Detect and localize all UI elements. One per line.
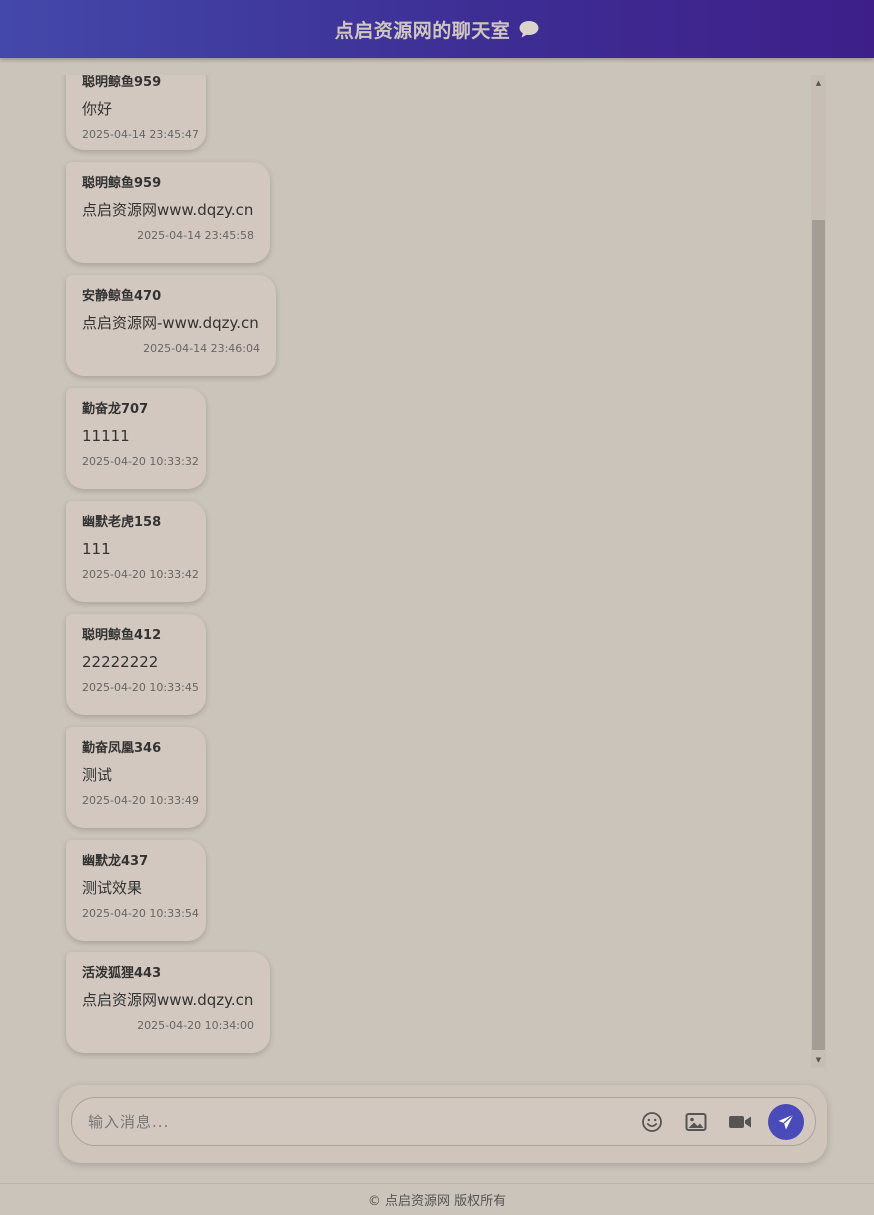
- image-icon[interactable]: [684, 1110, 708, 1134]
- message-text: 点启资源网-www.dqzy.cn: [82, 314, 259, 332]
- message-bubble: 勤奋龙707 11111 2025-04-20 10:33:32: [66, 388, 206, 489]
- scroll-thumb[interactable]: [812, 220, 825, 1050]
- message-time: 2025-04-20 10:33:54: [82, 907, 199, 920]
- scroll-up-arrow-icon[interactable]: ▲: [811, 75, 826, 91]
- message-sender: 聪明鲸鱼959: [82, 176, 162, 191]
- message-time: 2025-04-14 23:45:58: [137, 229, 254, 242]
- message-text: 11111: [82, 427, 130, 445]
- message-text: 111: [82, 540, 111, 558]
- copyright-text: © 点启资源网 版权所有: [367, 1194, 507, 1209]
- speech-bubble-icon: [519, 20, 539, 38]
- scroll-down-arrow-icon[interactable]: ▼: [811, 1052, 826, 1068]
- message-sender: 聪明鲸鱼412: [82, 628, 162, 643]
- message-text: 测试效果: [82, 879, 143, 897]
- message-sender: 幽默龙437: [82, 854, 149, 869]
- message-time: 2025-04-20 10:34:00: [137, 1019, 254, 1032]
- message-bubble: 勤奋凤凰346 测试 2025-04-20 10:33:49: [66, 727, 206, 828]
- message-bubble: 幽默龙437 测试效果 2025-04-20 10:33:54: [66, 840, 206, 941]
- message-sender: 安静鲸鱼470: [82, 289, 162, 304]
- message-sender: 活泼狐狸443: [82, 966, 162, 981]
- message-bubble: 活泼狐狸443 点启资源网www.dqzy.cn 2025-04-20 10:3…: [66, 952, 270, 1053]
- message-bubble: 幽默老虎158 111 2025-04-20 10:33:42: [66, 501, 206, 602]
- message-text: 点启资源网www.dqzy.cn: [82, 201, 254, 219]
- chat-header: 点启资源网的聊天室: [0, 0, 874, 58]
- message-scrollbar[interactable]: ▲ ▼: [811, 75, 826, 1068]
- message-text: 22222222: [82, 653, 159, 671]
- message-input[interactable]: [86, 1106, 630, 1138]
- send-button[interactable]: [768, 1104, 804, 1140]
- message-sender: 聪明鲸鱼959: [82, 75, 162, 90]
- message-bubble: 安静鲸鱼470 点启资源网-www.dqzy.cn 2025-04-14 23:…: [66, 275, 276, 376]
- message-sender: 勤奋龙707: [82, 402, 149, 417]
- message-text: 测试: [82, 766, 113, 784]
- composer-box: [71, 1097, 816, 1146]
- message-sender: 幽默老虎158: [82, 515, 162, 530]
- message-sender: 勤奋凤凰346: [82, 741, 162, 756]
- message-text: 你好: [82, 100, 113, 118]
- message-time: 2025-04-14 23:46:04: [143, 342, 260, 355]
- message-time: 2025-04-14 23:45:47: [82, 128, 199, 141]
- message-bubble: 聪明鲸鱼412 22222222 2025-04-20 10:33:45: [66, 614, 206, 715]
- chat-title: 点启资源网的聊天室: [334, 19, 511, 42]
- message-time: 2025-04-20 10:33:32: [82, 455, 199, 468]
- emoji-icon[interactable]: [640, 1110, 664, 1134]
- message-list-viewport[interactable]: 聪明鲸鱼959 你好 2025-04-14 23:45:47 聪明鲸鱼959 点…: [59, 75, 826, 1068]
- message-text: 点启资源网www.dqzy.cn: [82, 991, 254, 1009]
- composer-panel: [59, 1085, 827, 1163]
- footer: © 点启资源网 版权所有: [0, 1183, 874, 1215]
- video-icon[interactable]: [728, 1110, 752, 1134]
- message-time: 2025-04-20 10:33:45: [82, 681, 199, 694]
- message-time: 2025-04-20 10:33:42: [82, 568, 199, 581]
- message-bubble: 聪明鲸鱼959 点启资源网www.dqzy.cn 2025-04-14 23:4…: [66, 162, 270, 263]
- message-bubble: 聪明鲸鱼959 你好 2025-04-14 23:45:47: [66, 75, 206, 150]
- paper-plane-icon: [777, 1113, 795, 1131]
- message-time: 2025-04-20 10:33:49: [82, 794, 199, 807]
